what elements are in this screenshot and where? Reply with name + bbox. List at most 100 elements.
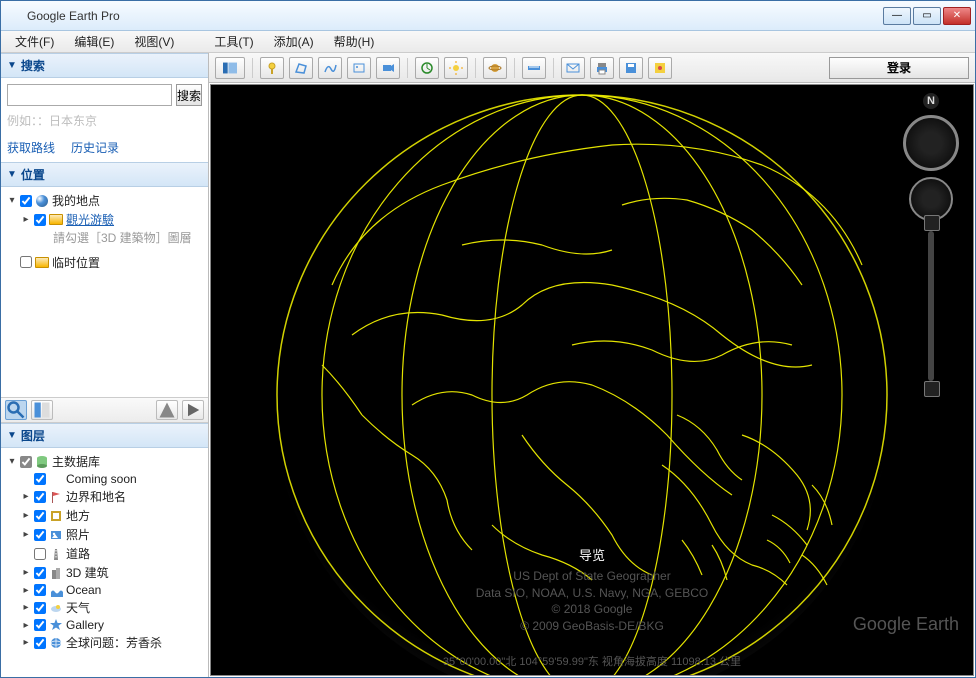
primary-db-label: 主数据库 — [52, 453, 100, 470]
layer-checkbox[interactable] — [34, 529, 46, 541]
my-places-label: 我的地点 — [52, 192, 100, 209]
menu-tools[interactable]: 工具(T) — [204, 31, 263, 52]
places-header-label: 位置 — [21, 166, 45, 183]
layer-label: 照片 — [66, 526, 90, 543]
layer-checkbox[interactable] — [34, 584, 46, 596]
temp-places-checkbox[interactable] — [20, 256, 32, 268]
collapse-icon: ▼ — [7, 169, 17, 180]
toggle-panel-button[interactable] — [31, 400, 53, 420]
earth-icon — [35, 194, 49, 208]
status-bar: 35°00'00.00"北 104°59'59.99"东 视角海拔高度 1109… — [211, 653, 973, 669]
search-input[interactable] — [7, 84, 172, 106]
layer-label: 3D 建筑 — [66, 564, 109, 581]
record-tour-button[interactable] — [376, 57, 400, 79]
search-panel-header[interactable]: ▼ 搜索 — [1, 53, 208, 78]
layer-item[interactable]: ▸边界和地名 — [3, 487, 206, 506]
window-titlebar: Google Earth Pro — ▭ ✕ — [1, 1, 975, 31]
primary-db-item[interactable]: ▾ 主数据库 — [3, 452, 206, 471]
layer-item[interactable]: Coming soon — [3, 471, 206, 487]
primary-db-checkbox[interactable] — [20, 456, 32, 468]
print-button[interactable] — [590, 57, 614, 79]
layer-checkbox[interactable] — [34, 548, 46, 560]
search-hint: 例如：：日本东京 — [7, 112, 202, 129]
layer-label: Coming soon — [66, 472, 137, 486]
login-label: 登录 — [887, 59, 911, 76]
search-button[interactable]: 搜索 — [176, 84, 202, 106]
expand-icon[interactable]: ▾ — [7, 456, 17, 467]
planet-button[interactable] — [483, 57, 507, 79]
ruler-button[interactable] — [522, 57, 546, 79]
play-tour-button[interactable] — [182, 400, 204, 420]
save-image-button[interactable] — [619, 57, 643, 79]
expand-icon[interactable]: ▸ — [21, 491, 31, 502]
expand-icon[interactable]: ▸ — [21, 620, 31, 631]
attribution: US Dept of State Geographer Data SIO, NO… — [476, 568, 709, 635]
layer-item[interactable]: ▸地方 — [3, 506, 206, 525]
my-places-checkbox[interactable] — [20, 195, 32, 207]
layer-label: 天气 — [66, 599, 90, 616]
layers-tree: ▾ 主数据库 Coming soon▸边界和地名▸地方▸照片道路▸3D 建筑▸O… — [1, 448, 208, 677]
menu-add[interactable]: 添加(A) — [264, 31, 324, 52]
layer-item[interactable]: ▸全球问题：芳香杀 — [3, 633, 206, 652]
history-link[interactable]: 历史记录 — [71, 139, 119, 156]
layer-checkbox[interactable] — [34, 619, 46, 631]
menu-file[interactable]: 文件(F) — [5, 31, 64, 52]
layer-checkbox[interactable] — [34, 473, 46, 485]
layer-checkbox[interactable] — [34, 602, 46, 614]
layer-item[interactable]: ▸Gallery — [3, 617, 206, 633]
expand-icon[interactable]: ▸ — [21, 529, 31, 540]
hide-sidebar-button[interactable] — [215, 57, 245, 79]
attrib-line: © 2009 GeoBasis-DE/BKG — [476, 618, 709, 635]
zoom-slider[interactable] — [928, 231, 934, 381]
layer-item[interactable]: ▸ 3D 建筑 — [3, 563, 206, 582]
expand-icon[interactable]: ▸ — [21, 602, 31, 613]
view-in-maps-button[interactable] — [648, 57, 672, 79]
polygon-button[interactable] — [289, 57, 313, 79]
layer-item[interactable]: 道路 — [3, 544, 206, 563]
expand-icon[interactable]: ▸ — [21, 510, 31, 521]
look-joystick[interactable] — [903, 115, 959, 171]
layer-checkbox[interactable] — [34, 510, 46, 522]
search-header-label: 搜索 — [21, 57, 45, 74]
north-indicator[interactable]: N — [923, 93, 939, 109]
layer-item[interactable]: ▸ 天气 — [3, 598, 206, 617]
my-places-item[interactable]: ▾ 我的地点 — [3, 191, 206, 210]
get-route-link[interactable]: 获取路线 — [7, 139, 55, 156]
expand-icon[interactable]: ▸ — [21, 214, 31, 225]
close-button[interactable]: ✕ — [943, 7, 971, 25]
map-viewport[interactable]: N 导览 US Dept of State Geographer Data SI… — [210, 84, 974, 676]
expand-icon[interactable]: ▾ — [7, 195, 17, 206]
placemark-button[interactable] — [260, 57, 284, 79]
expand-icon[interactable]: ▸ — [21, 585, 31, 596]
image-overlay-button[interactable] — [347, 57, 371, 79]
layer-item[interactable]: ▸ 照片 — [3, 525, 206, 544]
email-button[interactable] — [561, 57, 585, 79]
maximize-button[interactable]: ▭ — [913, 7, 941, 25]
places-panel-header[interactable]: ▼ 位置 — [1, 162, 208, 187]
expand-icon[interactable]: ▸ — [21, 567, 31, 578]
layer-checkbox[interactable] — [34, 491, 46, 503]
expand-icon[interactable]: ▸ — [21, 637, 31, 648]
minimize-button[interactable]: — — [883, 7, 911, 25]
menu-edit[interactable]: 编辑(E) — [64, 31, 124, 52]
add-content-button[interactable] — [156, 400, 178, 420]
layers-panel-header[interactable]: ▼ 图层 — [1, 423, 208, 448]
history-imagery-button[interactable] — [415, 57, 439, 79]
road-icon — [49, 547, 63, 561]
layer-item[interactable]: ▸Ocean — [3, 582, 206, 598]
temp-places-item[interactable]: 临时位置 — [3, 253, 206, 272]
layer-checkbox[interactable] — [34, 567, 46, 579]
menu-help[interactable]: 帮助(H) — [324, 31, 385, 52]
layer-checkbox[interactable] — [34, 637, 46, 649]
tour-item[interactable]: ▸ 觀光游驗 — [3, 210, 206, 229]
search-places-button[interactable] — [5, 400, 27, 420]
tour-overlay-label[interactable]: 导览 — [579, 545, 605, 564]
menu-view[interactable]: 视图(V) — [124, 31, 184, 52]
window-title: Google Earth Pro — [27, 9, 883, 23]
path-button[interactable] — [318, 57, 342, 79]
collapse-icon: ▼ — [7, 60, 17, 71]
tour-label[interactable]: 觀光游驗 — [66, 211, 114, 228]
login-button[interactable]: 登录 — [829, 57, 969, 79]
tour-checkbox[interactable] — [34, 214, 46, 226]
sunlight-button[interactable] — [444, 57, 468, 79]
